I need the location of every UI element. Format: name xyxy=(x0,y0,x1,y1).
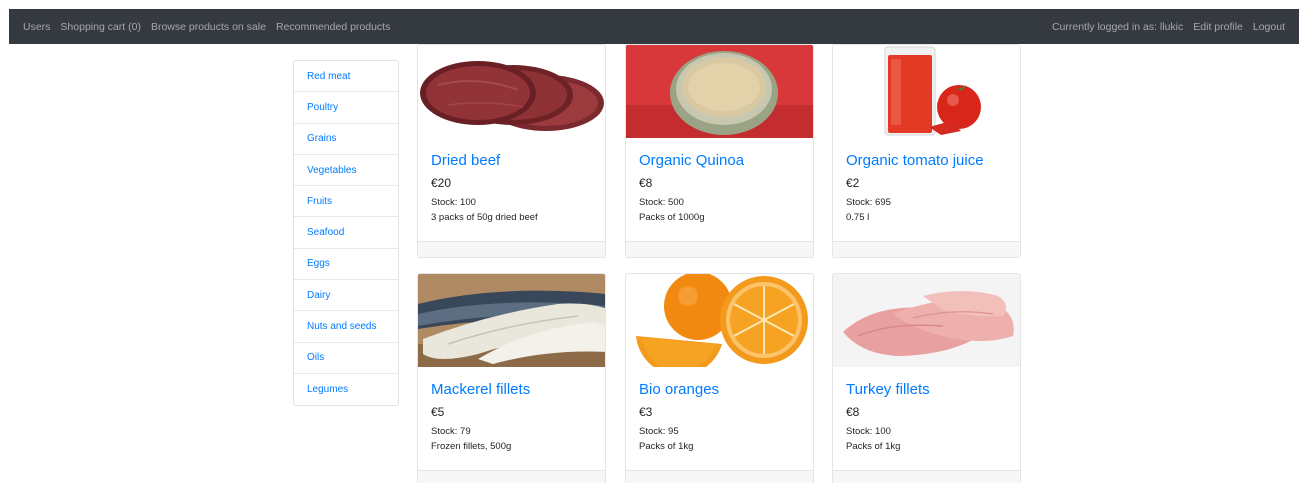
nav-users-link[interactable]: Users xyxy=(23,21,50,33)
product-card: Bio oranges €3 Stock: 95 Packs of 1kg xyxy=(625,273,814,483)
category-list: Red meat Poultry Grains Vegetables Fruit… xyxy=(293,60,399,407)
card-footer xyxy=(833,241,1020,257)
logged-in-text: Currently logged in as: llukic xyxy=(1051,20,1184,33)
product-title[interactable]: Organic tomato juice xyxy=(846,151,1012,171)
product-description: 3 packs of 50g dried beef xyxy=(431,212,538,223)
card-body: Turkey fillets €8 Stock: 100 Packs of 1k… xyxy=(846,380,1012,454)
card-body: Mackerel fillets €5 Stock: 79 Frozen fil… xyxy=(431,380,597,454)
logout-link[interactable]: Logout xyxy=(1253,21,1285,33)
product-price: €8 xyxy=(846,405,860,419)
nav-shopping-cart-link[interactable]: Shopping cart (0) xyxy=(60,21,141,33)
category-dairy[interactable]: Dairy xyxy=(294,280,398,312)
turkey-image[interactable] xyxy=(833,274,1020,367)
nav-recommended-link[interactable]: Recommended products xyxy=(276,21,390,33)
top-navbar: Users Shopping cart (0) Browse products … xyxy=(9,9,1299,44)
edit-profile-link[interactable]: Edit profile xyxy=(1193,21,1243,33)
product-card: Dried beef €20 Stock: 100 3 packs of 50g… xyxy=(417,44,606,258)
product-title[interactable]: Organic Quinoa xyxy=(639,151,805,171)
product-title[interactable]: Dried beef xyxy=(431,151,597,171)
product-price: €8 xyxy=(639,176,653,190)
product-stock: Stock: 695 xyxy=(846,197,891,208)
category-legumes[interactable]: Legumes xyxy=(294,374,398,405)
card-footer xyxy=(418,241,605,257)
category-oils[interactable]: Oils xyxy=(294,343,398,374)
quinoa-image[interactable] xyxy=(626,45,813,138)
dried-beef-image[interactable] xyxy=(418,45,605,138)
product-title[interactable]: Bio oranges xyxy=(639,380,805,400)
product-description: 0.75 l xyxy=(846,212,870,223)
product-description: Packs of 1kg xyxy=(639,441,694,452)
product-price: €5 xyxy=(431,405,445,419)
tomato-juice-image[interactable] xyxy=(833,45,1020,138)
product-description: Packs of 1kg xyxy=(846,441,901,452)
product-card: Organic Quinoa €8 Stock: 500 Packs of 10… xyxy=(625,44,814,258)
card-body: Organic Quinoa €8 Stock: 500 Packs of 10… xyxy=(639,151,805,225)
navbar-left: Users Shopping cart (0) Browse products … xyxy=(23,21,390,33)
category-grains[interactable]: Grains xyxy=(294,124,398,155)
product-price: €3 xyxy=(639,405,653,419)
product-title[interactable]: Mackerel fillets xyxy=(431,380,597,400)
product-title[interactable]: Turkey fillets xyxy=(846,380,1012,400)
card-body: Organic tomato juice €2 Stock: 695 0.75 … xyxy=(846,151,1012,225)
card-footer xyxy=(418,470,605,483)
product-price: €20 xyxy=(431,176,452,190)
mackerel-image[interactable] xyxy=(418,274,605,367)
card-footer xyxy=(626,470,813,483)
category-fruits[interactable]: Fruits xyxy=(294,186,398,218)
product-description: Packs of 1000g xyxy=(639,212,705,223)
card-body: Dried beef €20 Stock: 100 3 packs of 50g… xyxy=(431,151,597,225)
category-eggs[interactable]: Eggs xyxy=(294,249,398,281)
product-stock: Stock: 95 xyxy=(639,426,679,437)
card-footer xyxy=(626,241,813,257)
oranges-image[interactable] xyxy=(626,274,813,367)
product-stock: Stock: 79 xyxy=(431,426,471,437)
card-footer xyxy=(833,470,1020,483)
product-stock: Stock: 100 xyxy=(431,197,476,208)
product-price: €2 xyxy=(846,176,860,190)
navbar-right: Currently logged in as: llukic Edit prof… xyxy=(1052,21,1285,33)
nav-browse-sale-link[interactable]: Browse products on sale xyxy=(151,21,266,33)
card-body: Bio oranges €3 Stock: 95 Packs of 1kg xyxy=(639,380,805,454)
category-seafood[interactable]: Seafood xyxy=(294,217,398,249)
product-stock: Stock: 100 xyxy=(846,426,891,437)
category-poultry[interactable]: Poultry xyxy=(294,92,398,124)
product-card: Organic tomato juice €2 Stock: 695 0.75 … xyxy=(832,44,1021,258)
product-stock: Stock: 500 xyxy=(639,197,684,208)
product-card: Turkey fillets €8 Stock: 100 Packs of 1k… xyxy=(832,273,1021,483)
category-vegetables[interactable]: Vegetables xyxy=(294,155,398,187)
category-nuts-and-seeds[interactable]: Nuts and seeds xyxy=(294,311,398,343)
category-red-meat[interactable]: Red meat xyxy=(294,61,398,93)
product-card: Mackerel fillets €5 Stock: 79 Frozen fil… xyxy=(417,273,606,483)
product-description: Frozen fillets, 500g xyxy=(431,441,512,452)
